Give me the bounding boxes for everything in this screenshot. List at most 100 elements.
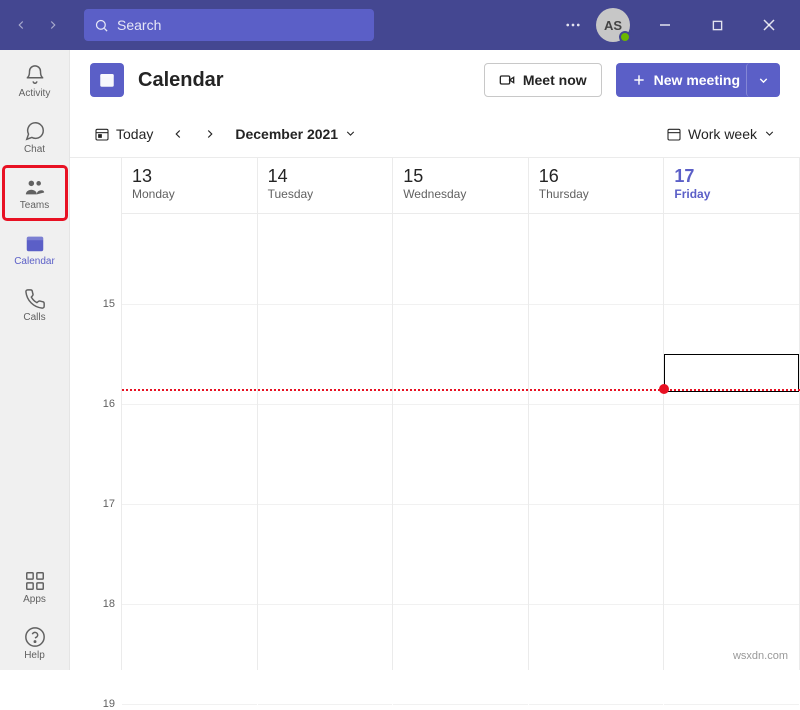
rail-label: Apps [23,594,46,605]
hour-label: 16 [103,398,115,410]
avatar-initials: AS [604,18,622,33]
calendar-grid: 15 16 17 18 19 13Monday14Tuesday15Wednes… [70,158,800,670]
day-body[interactable] [664,214,799,670]
presence-available-icon [619,31,631,43]
left-rail: Activity Chat Teams Calendar Calls Apps … [0,50,70,670]
back-button[interactable] [8,12,34,38]
time-gutter: 15 16 17 18 19 [70,158,122,670]
rail-item-chat[interactable]: Chat [3,110,67,164]
hour-gridline [258,304,393,305]
hour-gridline [393,504,528,505]
day-header[interactable]: 16Thursday [529,158,664,214]
rail-item-calls[interactable]: Calls [3,278,67,332]
hour-gridline [664,404,799,405]
month-picker[interactable]: December 2021 [235,126,357,142]
apps-icon [24,570,46,592]
month-label: December 2021 [235,126,338,142]
day-column[interactable]: 16Thursday [529,158,665,670]
current-time-line [122,389,800,391]
day-column[interactable]: 17Friday [664,158,800,670]
day-column[interactable]: 15Wednesday [393,158,529,670]
new-meeting-dropdown[interactable] [746,63,780,97]
help-icon [24,626,46,648]
rail-label: Teams [20,200,49,211]
day-name: Friday [674,187,789,201]
hour-gridline [664,704,799,705]
search-icon [94,18,109,33]
day-number: 14 [268,166,383,187]
video-icon [499,72,515,88]
page-title: Calendar [138,69,224,92]
watermark: wsxdn.com [733,650,788,662]
selected-time-slot[interactable] [664,354,799,392]
hour-gridline [529,304,664,305]
chevron-down-icon [344,127,357,140]
day-header[interactable]: 14Tuesday [258,158,393,214]
hour-gridline [122,604,257,605]
workweek-icon [666,126,682,142]
rail-label: Calls [23,312,45,323]
day-header[interactable]: 15Wednesday [393,158,528,214]
current-time-dot [659,384,669,394]
hour-gridline [122,504,257,505]
plus-icon [632,73,646,87]
calendar-tile-icon [90,63,124,97]
hour-gridline [122,704,257,705]
day-number: 17 [674,166,789,187]
meet-now-button[interactable]: Meet now [484,63,602,97]
new-meeting-button[interactable]: New meeting [616,63,756,97]
hour-gridline [393,604,528,605]
more-button[interactable] [556,8,590,42]
day-body[interactable] [529,214,664,670]
hour-gridline [258,704,393,705]
chevron-down-icon [757,74,770,87]
rail-item-teams[interactable]: Teams [3,166,67,220]
main-panel: Calendar Meet now New meeting Today [70,50,800,670]
day-header[interactable]: 13Monday [122,158,257,214]
rail-item-help[interactable]: Help [3,616,67,670]
hour-gridline [393,704,528,705]
next-week-button[interactable] [203,127,217,141]
rail-label: Chat [24,144,45,155]
maximize-button[interactable] [694,5,740,45]
hour-gridline [664,504,799,505]
hour-gridline [122,304,257,305]
rail-label: Help [24,650,45,661]
view-picker[interactable]: Work week [666,126,776,142]
close-button[interactable] [746,5,792,45]
day-number: 16 [539,166,654,187]
hour-label: 18 [103,598,115,610]
hour-gridline [529,504,664,505]
today-button[interactable]: Today [94,126,153,142]
bell-icon [24,64,46,86]
day-body[interactable] [122,214,257,670]
prev-week-button[interactable] [171,127,185,141]
hour-gridline [529,604,664,605]
rail-item-calendar[interactable]: Calendar [3,222,67,276]
rail-item-activity[interactable]: Activity [3,54,67,108]
page-header: Calendar Meet now New meeting [70,50,800,110]
day-column[interactable]: 14Tuesday [258,158,394,670]
day-body[interactable] [393,214,528,670]
chevron-down-icon [763,127,776,140]
rail-item-apps[interactable]: Apps [3,560,67,614]
day-body[interactable] [258,214,393,670]
avatar[interactable]: AS [596,8,630,42]
button-label: Meet now [523,72,587,88]
search-input[interactable]: Search [84,9,374,41]
minimize-button[interactable] [642,5,688,45]
day-header[interactable]: 17Friday [664,158,799,214]
chat-icon [24,120,46,142]
hour-label: 15 [103,298,115,310]
chevron-right-icon [203,127,217,141]
phone-icon [24,288,46,310]
view-label: Work week [688,126,757,142]
forward-button[interactable] [40,12,66,38]
hour-gridline [529,704,664,705]
teams-icon [24,176,46,198]
hour-gridline [258,404,393,405]
calendar-icon [24,232,46,254]
hour-label: 17 [103,498,115,510]
rail-label: Calendar [14,256,55,267]
day-column[interactable]: 13Monday [122,158,258,670]
